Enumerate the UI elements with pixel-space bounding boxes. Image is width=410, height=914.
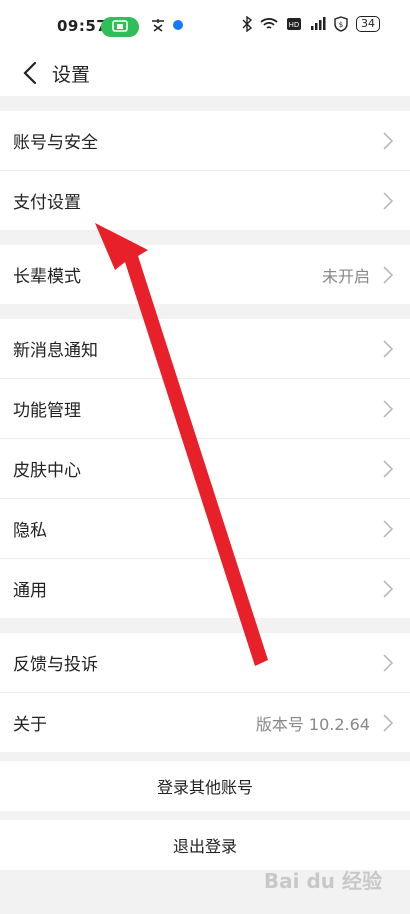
row-feature-management[interactable]: 功能管理: [0, 379, 410, 439]
row-elder-mode[interactable]: 长辈模式 未开启: [0, 245, 410, 304]
settings-group-general: 新消息通知 功能管理 皮肤中心 隐私 通用: [0, 319, 410, 618]
chevron-right-icon: [383, 580, 394, 598]
divider: [0, 811, 410, 820]
divider: [0, 96, 410, 111]
hd-icon: HD: [287, 18, 301, 30]
chevron-right-icon: [383, 132, 394, 150]
row-general[interactable]: 通用: [0, 559, 410, 618]
row-label: 皮肤中心: [13, 461, 81, 481]
chevron-right-icon: [383, 460, 394, 478]
chevron-right-icon: [383, 340, 394, 358]
chevron-right-icon: [383, 400, 394, 418]
screen-cast-icon: [101, 17, 139, 37]
alipay-icon: [173, 20, 183, 30]
svg-text:$: $: [339, 21, 343, 29]
back-icon[interactable]: [16, 58, 46, 88]
row-privacy[interactable]: 隐私: [0, 499, 410, 559]
row-label: 长辈模式: [13, 267, 81, 287]
chevron-right-icon: [383, 192, 394, 210]
chevron-right-icon: [383, 520, 394, 538]
row-skin-center[interactable]: 皮肤中心: [0, 439, 410, 499]
row-label: 关于: [13, 715, 47, 735]
switch-account-button[interactable]: 登录其他账号: [0, 761, 410, 811]
row-payment-settings[interactable]: 支付设置: [0, 171, 410, 230]
settings-group-account: 账号与安全 支付设置: [0, 111, 410, 230]
row-label: 隐私: [13, 521, 47, 541]
row-label: 反馈与投诉: [13, 655, 98, 675]
row-label: 支付设置: [13, 193, 81, 213]
row-label: 通用: [13, 581, 47, 601]
settings-group-elder: 长辈模式 未开启: [0, 245, 410, 304]
version-text: 版本号 10.2.64: [255, 714, 370, 734]
chevron-right-icon: [383, 654, 394, 672]
divider: [0, 752, 410, 761]
divider: [0, 618, 410, 633]
wifi-icon: [260, 18, 278, 29]
watermark-logo: Bai du 经验: [263, 869, 382, 893]
settings-group-about: 反馈与投诉 关于 版本号 10.2.64: [0, 633, 410, 752]
signal-icon: [311, 17, 326, 30]
status-time: 09:57: [57, 17, 108, 35]
page-title: 设置: [52, 64, 91, 86]
vpn-shield-icon: $: [334, 16, 348, 32]
top-bar: 设置: [0, 52, 410, 96]
row-account-security[interactable]: 账号与安全: [0, 111, 410, 171]
divider: [0, 304, 410, 319]
notification-icons: [150, 17, 184, 33]
divider: [0, 230, 410, 245]
chevron-right-icon: [383, 714, 394, 732]
system-icons: HD $ 34: [242, 16, 380, 32]
row-about[interactable]: 关于 版本号 10.2.64: [0, 693, 410, 752]
svg-text:HD: HD: [289, 21, 300, 29]
status-bar: 09:57 HD $ 34: [0, 0, 410, 52]
row-label: 新消息通知: [13, 341, 98, 361]
logout-button[interactable]: 退出登录: [0, 820, 410, 870]
row-value: 未开启: [321, 266, 370, 286]
row-feedback[interactable]: 反馈与投诉: [0, 633, 410, 693]
app-icon: [152, 19, 164, 32]
row-label: 账号与安全: [13, 133, 98, 153]
chevron-right-icon: [383, 266, 394, 284]
row-notifications[interactable]: 新消息通知: [0, 319, 410, 379]
bluetooth-icon: [242, 16, 252, 32]
row-label: 功能管理: [13, 401, 81, 421]
battery-icon: 34: [356, 16, 380, 32]
